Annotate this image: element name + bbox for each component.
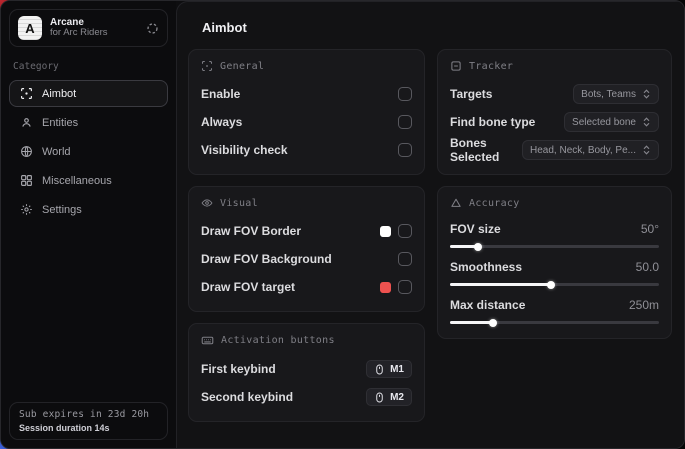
main-panel: Aimbot General [176,1,684,448]
brand-card: A Arcane for Arc Riders [9,9,168,47]
sidebar-item-label: World [42,146,71,158]
sidebar-item-label: Aimbot [42,88,76,100]
refresh-spinner-icon[interactable] [146,22,159,35]
chevrons-up-down-icon [642,145,651,155]
slider-thumb[interactable] [489,319,497,327]
sidebar-item-entities[interactable]: Entities [9,109,168,136]
sidebar-item-settings[interactable]: Settings [9,196,168,223]
entities-icon [19,116,33,129]
sidebar-nav: Aimbot Entities [9,80,168,223]
sidebar-item-label: Settings [42,204,82,216]
fov-size-slider[interactable] [450,245,659,248]
section-title: Activation buttons [221,335,335,346]
setting-row-smoothness: Smoothness 50.0 [450,257,659,286]
first-keybind-button[interactable]: M1 [366,360,412,378]
activation-buttons-section: Activation buttons First keybind [188,323,425,422]
smoothness-slider[interactable] [450,283,659,286]
chevrons-up-down-icon [642,117,651,127]
category-label: Category [13,61,164,72]
fov-size-value: 50° [641,222,659,236]
section-title: Accuracy [469,198,520,209]
general-section: General Enable Always Visibility check [188,49,425,175]
sub-expires-text: Sub expires in 23d 20h [19,409,158,420]
scan-box-icon [450,60,462,72]
grid-icon [19,174,33,187]
smoothness-value: 50.0 [636,260,659,274]
sidebar-item-aimbot[interactable]: Aimbot [9,80,168,107]
find-bone-type-select[interactable]: Selected bone [564,112,659,132]
accuracy-section: Accuracy FOV size 50° [437,186,672,339]
globe-icon [19,145,33,158]
bones-selected-select[interactable]: Head, Neck, Body, Pe... [522,140,659,160]
setting-row-visibility-check: Visibility check [201,138,412,162]
setting-row-fov-size: FOV size 50° [450,219,659,248]
app-logo: A [18,16,42,40]
setting-row-first-keybind: First keybind M1 [201,357,412,381]
fov-target-color-swatch[interactable] [380,282,391,293]
always-checkbox[interactable] [398,115,412,129]
fov-border-color-swatch[interactable] [380,226,391,237]
section-title: General [220,61,264,72]
desktop-background: A Arcane for Arc Riders Category [0,0,685,449]
eye-icon [201,197,213,209]
draw-fov-border-checkbox[interactable] [398,224,412,238]
section-title: Visual [220,198,258,209]
session-duration-text: Session duration 14s [19,423,158,433]
sidebar-item-miscellaneous[interactable]: Miscellaneous [9,167,168,194]
app-subtitle: for Arc Riders [50,28,138,39]
triangle-icon [450,197,462,209]
setting-row-always: Always [201,110,412,134]
setting-row-targets: Targets Bots, Teams [450,82,659,106]
sidebar-item-label: Miscellaneous [42,175,112,187]
targets-select[interactable]: Bots, Teams [573,84,659,104]
second-keybind-button[interactable]: M2 [366,388,412,406]
sidebar-item-world[interactable]: World [9,138,168,165]
tracker-section: Tracker Targets Bots, Teams [437,49,672,175]
subscription-status-card: Sub expires in 23d 20h Session duration … [9,402,168,440]
setting-row-draw-fov-target: Draw FOV target [201,275,412,299]
visibility-check-checkbox[interactable] [398,143,412,157]
setting-row-enable: Enable [201,82,412,106]
crosshair-dots-icon [201,60,213,72]
page-title: Aimbot [202,20,672,35]
setting-row-draw-fov-background: Draw FOV Background [201,247,412,271]
setting-row-second-keybind: Second keybind M2 [201,385,412,409]
crosshair-icon [19,87,33,100]
setting-row-draw-fov-border: Draw FOV Border [201,219,412,243]
mouse-icon [374,392,385,403]
setting-row-find-bone-type: Find bone type Selected bone [450,110,659,134]
max-distance-value: 250m [629,298,659,312]
section-title: Tracker [469,61,513,72]
app-window: A Arcane for Arc Riders Category [0,0,685,449]
mouse-icon [374,364,385,375]
visual-section: Visual Draw FOV Border Draw FOV Backgrou… [188,186,425,312]
gear-icon [19,203,33,216]
chevrons-up-down-icon [642,89,651,99]
enable-checkbox[interactable] [398,87,412,101]
max-distance-slider[interactable] [450,321,659,324]
setting-row-max-distance: Max distance 250m [450,295,659,324]
draw-fov-target-checkbox[interactable] [398,280,412,294]
slider-thumb[interactable] [547,281,555,289]
sidebar: A Arcane for Arc Riders Category [1,1,176,448]
keyboard-icon [201,334,214,347]
draw-fov-background-checkbox[interactable] [398,252,412,266]
sidebar-item-label: Entities [42,117,78,129]
setting-row-bones-selected: Bones Selected Head, Neck, Body, Pe... [450,138,659,162]
slider-thumb[interactable] [474,243,482,251]
